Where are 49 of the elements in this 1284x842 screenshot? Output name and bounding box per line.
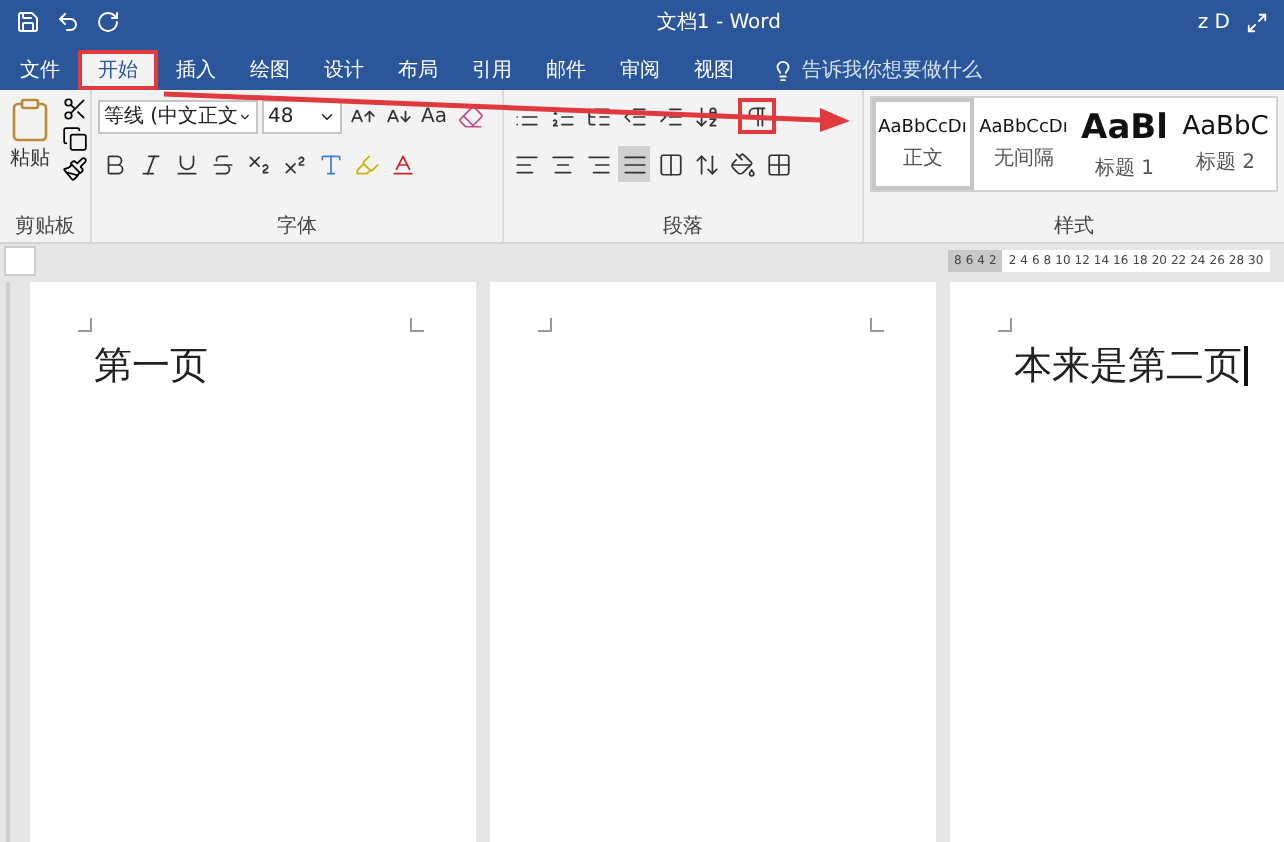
margin-mark	[870, 318, 884, 332]
style-preview: AaBbCcDı	[878, 117, 967, 137]
group-label: 字体	[275, 214, 319, 242]
margin-mark	[998, 318, 1012, 332]
font-name-field[interactable]: 等线 (中文正文	[98, 99, 258, 133]
style-name: 标题 1	[1094, 155, 1155, 181]
ribbon-tab[interactable]: 绘图	[234, 50, 306, 90]
window-title: 文档1 - Word	[654, 9, 783, 36]
change-case-button[interactable]: Aa	[418, 98, 450, 134]
redo-icon[interactable]	[96, 10, 120, 34]
style-name: 正文	[902, 145, 943, 171]
style-preview: AaBbC	[1182, 112, 1269, 142]
ribbon-display-icon[interactable]	[1246, 11, 1268, 33]
ribbon-tab[interactable]: 插入	[160, 50, 232, 90]
ribbon-tab[interactable]: 审阅	[604, 50, 676, 90]
save-icon[interactable]	[16, 10, 40, 34]
ribbon-tab[interactable]: 设计	[308, 50, 380, 90]
paste-button[interactable]: 粘贴	[6, 96, 54, 214]
margin-mark	[410, 318, 424, 332]
cut-icon[interactable]	[62, 96, 88, 122]
page-text: 本来是第二页	[1014, 342, 1242, 392]
style-preview: AaBl	[1081, 107, 1168, 147]
style-name: 无间隔	[993, 145, 1054, 171]
margin-mark	[538, 318, 552, 332]
font-size-field[interactable]: 48	[262, 99, 342, 133]
style-preview: AaBbCcDı	[979, 117, 1068, 137]
margin-mark	[78, 318, 92, 332]
undo-icon[interactable]	[56, 10, 80, 34]
group-label: 段落	[661, 214, 705, 242]
format-painter-icon[interactable]	[62, 156, 88, 182]
ribbon-tab[interactable]: 引用	[456, 50, 528, 90]
style-name: 标题 2	[1195, 149, 1256, 176]
text-cursor	[1244, 346, 1247, 386]
user-name: z D	[1197, 11, 1230, 33]
page-text: 第一页	[94, 342, 208, 392]
justify-icon[interactable]	[618, 146, 650, 182]
style-item[interactable]: AaBbCcDı 正文	[872, 98, 973, 190]
group-label: 剪贴板	[13, 214, 77, 242]
ribbon-tab[interactable]: 视图	[678, 50, 750, 90]
copy-icon[interactable]	[62, 126, 88, 152]
ribbon-tab[interactable]: 开始	[78, 50, 158, 90]
ribbon-tab[interactable]: 布局	[382, 50, 454, 90]
paragraph-mark-button[interactable]	[738, 98, 776, 134]
lightbulb-icon	[772, 59, 794, 81]
group-label: 样式	[1052, 214, 1096, 242]
tell-me-field[interactable]: 告诉我你想要做什么	[802, 56, 982, 84]
ribbon-tab[interactable]: 文件	[4, 50, 76, 90]
ribbon-tab[interactable]: 邮件	[530, 50, 602, 90]
pilcrow-icon	[744, 103, 770, 129]
